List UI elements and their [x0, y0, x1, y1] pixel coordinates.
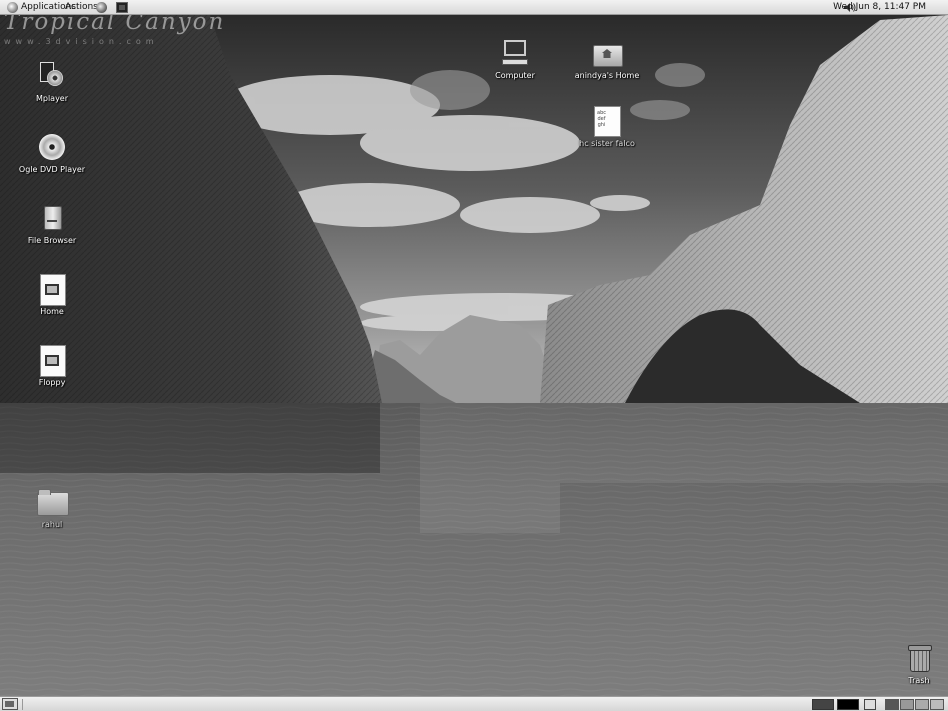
desktop-icon-floppy[interactable]: Floppy — [12, 344, 92, 387]
workspace-1[interactable] — [812, 699, 834, 710]
desktop-icon-text-file[interactable]: hc sister falco — [567, 105, 647, 148]
wallpaper-brand: Tropical Canyon — [4, 15, 226, 35]
desktop-icon-ogle[interactable]: Ogle DVD Player — [12, 131, 92, 174]
desktop-icon-anindya-home[interactable]: anindya's Home — [567, 37, 647, 80]
clock[interactable]: Wed Jun 8, 11:47 PM — [833, 0, 926, 15]
computer-icon — [499, 37, 531, 69]
mplayer-icon — [36, 60, 68, 92]
desktop-icon-label: hc sister falco — [579, 139, 635, 148]
desktop-icon-label: Floppy — [38, 378, 66, 387]
home-folder-icon — [591, 37, 623, 69]
text-file-icon — [591, 105, 623, 137]
desktop-icon-trash[interactable]: Trash — [891, 642, 947, 685]
document-icon — [36, 273, 68, 306]
desktop-icon-label: rahul — [41, 520, 63, 529]
desktop-icon-file-browser[interactable]: File Browser — [12, 202, 92, 245]
web-browser-icon[interactable] — [96, 2, 107, 13]
desktop-icon-home[interactable]: Home — [12, 273, 92, 316]
desktop-icon-label: Ogle DVD Player — [18, 165, 86, 174]
gnome-foot-icon — [7, 2, 18, 13]
workspace-switcher-4[interactable] — [930, 699, 944, 710]
workspace-2[interactable] — [837, 699, 859, 710]
folder-icon — [36, 486, 69, 518]
top-panel: Applications Actions Wed Jun 8, 11:47 PM — [0, 0, 948, 15]
window-list-icon[interactable] — [864, 699, 876, 710]
wallpaper — [0, 15, 948, 696]
dvd-disc-icon — [36, 131, 68, 163]
file-cabinet-icon — [36, 202, 68, 234]
floppy-icon — [36, 344, 68, 377]
desktop-icon-label: Computer — [495, 71, 535, 80]
desktop-icon-label: Mplayer — [35, 94, 69, 103]
show-desktop-button[interactable] — [2, 698, 18, 710]
desktop-icon-label: Home — [40, 307, 64, 316]
desktop-icon-computer[interactable]: Computer — [475, 37, 555, 80]
workspace-switcher-2[interactable] — [900, 699, 914, 710]
bottom-panel — [0, 696, 948, 711]
trash-icon — [903, 642, 935, 674]
panel-separator — [22, 699, 23, 710]
workspace-switcher-1[interactable] — [885, 699, 899, 710]
desktop-icon-label: File Browser — [27, 236, 77, 245]
desktop-icon-mplayer[interactable]: Mplayer — [12, 60, 92, 103]
desktop-icon-rahul[interactable]: rahul — [12, 486, 92, 529]
actions-menu[interactable]: Actions — [65, 0, 98, 15]
desktop[interactable]: Tropical Canyon www.3dvision.com Mplayer… — [0, 15, 948, 696]
desktop-icon-label: Trash — [908, 676, 930, 685]
terminal-icon[interactable] — [116, 2, 128, 13]
desktop-icon-label: anindya's Home — [574, 71, 640, 80]
wallpaper-url: www.3dvision.com — [4, 37, 159, 46]
workspace-switcher-3[interactable] — [915, 699, 929, 710]
